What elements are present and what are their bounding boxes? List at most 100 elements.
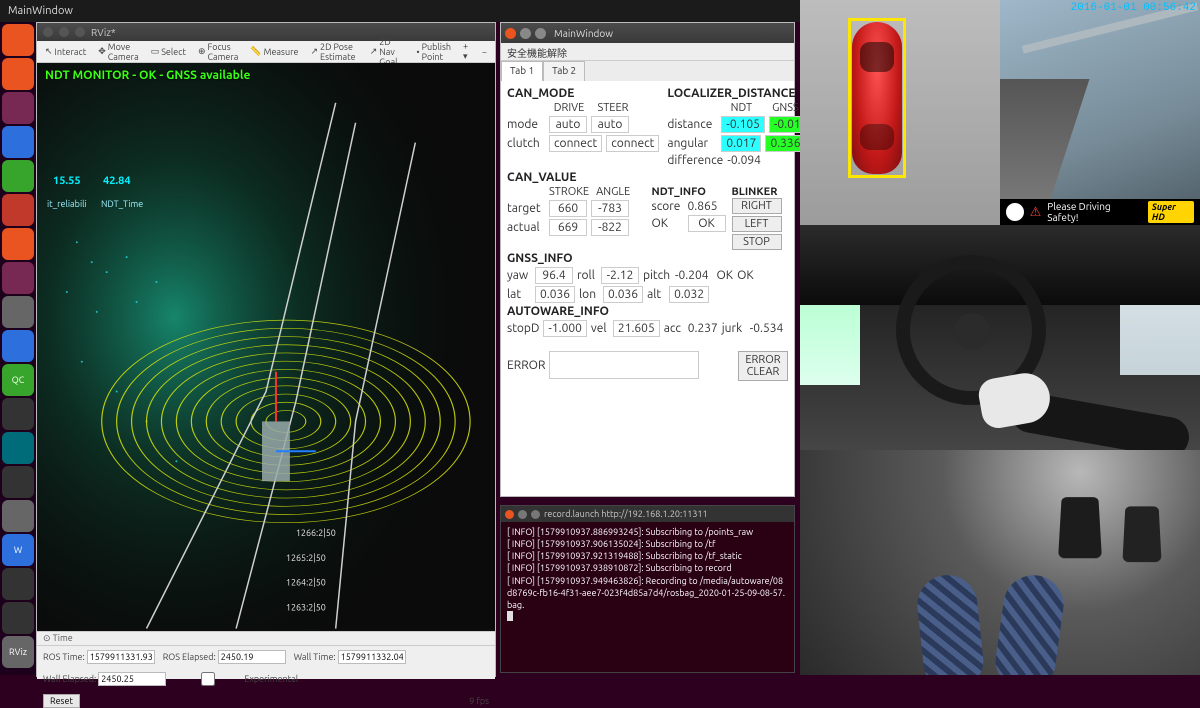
rviz-toolbar: ↖ Interact ✥ Move Camera ▭ Select ⊕ Focu… [37, 41, 495, 63]
launcher-w1[interactable] [2, 432, 34, 464]
distance-ndt: -0.105 [721, 116, 765, 133]
target-angle: -783 [591, 200, 629, 217]
rviz-window: RViz* ↖ Interact ✥ Move Camera ▭ Select … [36, 22, 496, 677]
select-button[interactable]: ▭ Select [147, 44, 190, 59]
launcher-slack[interactable] [2, 500, 34, 532]
launcher-vscode[interactable] [2, 330, 34, 362]
autoware-jurk: -0.534 [750, 322, 784, 335]
launcher-ubuntu[interactable] [2, 24, 34, 56]
ros-elapsed-field[interactable] [218, 650, 286, 664]
error-label: ERROR [507, 359, 545, 372]
launcher-impress[interactable] [2, 194, 34, 226]
toolbar-plus-button[interactable]: + ▾ [459, 39, 474, 64]
tab-2[interactable]: Tab 2 [543, 61, 585, 81]
camera-banner: ⚠ Please Driving Safety! Super HD [1000, 199, 1200, 225]
blinker-left-button[interactable]: LEFT [732, 216, 782, 232]
mainwindow-title: MainWindow [554, 28, 613, 39]
metric-reliability: 15.55 [53, 175, 81, 187]
ros-time-label: ROS Time: [43, 652, 85, 662]
error-clear-button[interactable]: ERROR CLEAR [738, 351, 788, 381]
launcher-software[interactable] [2, 228, 34, 260]
svg-text:1266:2|50: 1266:2|50 [296, 528, 336, 538]
terminal-title: record.launch http://192.168.1.20:11311 [544, 509, 708, 519]
pose-estimate-button[interactable]: ↗ 2D Pose Estimate [306, 40, 361, 64]
experimental-checkbox[interactable] [174, 672, 242, 686]
rviz-3d-view[interactable]: 1265:2|50 1264:2|50 1263:2|50 1266:2|50 … [37, 63, 495, 631]
clutch-steer: connect [606, 135, 659, 152]
launcher-libreoffice[interactable] [2, 126, 34, 158]
fps-label: 9 fps [469, 696, 489, 706]
launcher-aw[interactable] [2, 568, 34, 600]
banner-message: Please Driving Safety! [1047, 201, 1142, 223]
wall-time-label: Wall Time: [294, 652, 336, 662]
ros-time-field[interactable] [87, 650, 155, 664]
ndt-ok: OK [688, 215, 726, 232]
angular-ndt: 0.017 [721, 135, 761, 152]
autoware-stopd: -1.000 [543, 320, 587, 337]
launcher-term[interactable] [2, 398, 34, 430]
warning-icon: ⚠ [1030, 205, 1042, 220]
can-value-heading: CAN_VALUE [507, 171, 788, 184]
toolbar-minus-button[interactable]: − [478, 45, 491, 59]
launcher-w3[interactable]: W [2, 534, 34, 566]
camera-footwell [800, 450, 1200, 675]
minimize-icon[interactable] [59, 27, 69, 37]
rviz-time-panel-header[interactable]: ⊙ Time [37, 631, 495, 645]
pointcloud-render: 1265:2|50 1264:2|50 1263:2|50 1266:2|50 [37, 63, 495, 629]
measure-button[interactable]: 📏 Measure [246, 44, 302, 59]
metric-label-reliability: it_reliabili [47, 199, 87, 209]
launcher-qc[interactable]: QC [2, 364, 34, 396]
close-icon[interactable] [505, 510, 514, 519]
topbar-title: MainWindow [8, 5, 73, 17]
minimize-icon[interactable] [518, 510, 527, 519]
launcher-w2[interactable] [2, 466, 34, 498]
target-stroke: 660 [549, 200, 587, 217]
brake-pedal [1058, 497, 1102, 558]
terminal-output[interactable]: [ INFO] [1579910937.886993245]: Subscrib… [501, 522, 794, 628]
interact-button[interactable]: ↖ Interact [41, 44, 90, 59]
launcher-firefox[interactable] [2, 58, 34, 90]
launcher-files[interactable] [2, 92, 34, 124]
maximize-icon[interactable] [75, 27, 85, 37]
difference-value: -0.094 [727, 154, 761, 167]
close-icon[interactable] [505, 28, 516, 39]
gnss-info-heading: GNSS_INFO [507, 252, 788, 265]
autoware-acc: 0.237 [688, 322, 718, 335]
reset-button[interactable]: Reset [43, 694, 80, 708]
camera-front: 2016-01-01 00:56:42 ⚠ Please Driving Saf… [1000, 0, 1200, 225]
unity-launcher: QC W RViz [0, 22, 36, 675]
mainwindow-titlebar[interactable]: MainWindow [501, 23, 794, 43]
launcher-rviz[interactable]: RViz [2, 636, 34, 668]
close-icon[interactable] [43, 27, 53, 37]
tab-1[interactable]: Tab 1 [501, 61, 543, 81]
wall-time-field[interactable] [338, 650, 406, 664]
actual-stroke: 669 [549, 219, 587, 236]
clutch-drive: connect [549, 135, 602, 152]
minimize-icon[interactable] [520, 28, 531, 39]
actual-angle: -822 [591, 219, 629, 236]
launcher-calc[interactable] [2, 160, 34, 192]
launcher-terminal[interactable] [2, 602, 34, 634]
publish-point-button[interactable]: • Publish Point [412, 40, 455, 64]
launcher-help[interactable] [2, 262, 34, 294]
rviz-titlebar[interactable]: RViz* [37, 23, 495, 41]
wall-elapsed-field[interactable] [98, 672, 166, 686]
gnss-pitch: -0.204 [675, 269, 709, 282]
metric-label-ndt-time: NDT_Time [101, 199, 143, 209]
terminal-titlebar[interactable]: record.launch http://192.168.1.20:11311 [501, 506, 794, 522]
safety-release-label: 安全機能解除 [501, 43, 794, 61]
svg-text:1263:2|50: 1263:2|50 [286, 603, 326, 613]
blinker-stop-button[interactable]: STOP [732, 234, 782, 250]
camera-grid: 2016-01-01 00:56:42 ⚠ Please Driving Saf… [800, 0, 1200, 675]
vehicle-icon [852, 22, 902, 174]
move-camera-button[interactable]: ✥ Move Camera [94, 40, 142, 64]
maximize-icon[interactable] [535, 28, 546, 39]
blinker-right-button[interactable]: RIGHT [732, 198, 782, 214]
maximize-icon[interactable] [531, 510, 540, 519]
terminal-window: record.launch http://192.168.1.20:11311 … [500, 505, 795, 673]
gnss-ok1: OK [717, 269, 734, 282]
focus-camera-button[interactable]: ⊕ Focus Camera [194, 40, 242, 64]
camera-timestamp: 2016-01-01 00:56:42 [1071, 2, 1196, 14]
launcher-settings[interactable] [2, 296, 34, 328]
road-surface [1000, 79, 1089, 199]
